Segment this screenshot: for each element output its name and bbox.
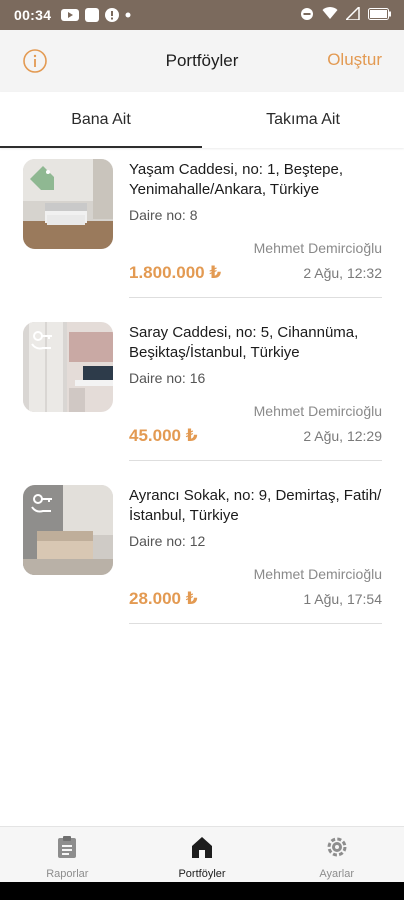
tab-bar: Bana Ait Takıma Ait [0, 92, 404, 148]
nav-portfolios-label: Portföyler [178, 868, 226, 880]
battery-icon [368, 7, 392, 23]
app-notification-icon [85, 8, 100, 22]
portfolio-list-item[interactable]: Ayrancı Sokak, no: 9, Demirtaş, Fatih/İs… [0, 474, 404, 637]
property-photo [23, 485, 113, 575]
for-rent-key-icon [27, 326, 57, 356]
owner-name: Mehmet Demircioğlu [253, 403, 382, 419]
portfolio-list-item[interactable]: Yaşam Caddesi, no: 1, Beştepe, Yenimahal… [0, 148, 404, 311]
portfolio-list: Yaşam Caddesi, no: 1, Beştepe, Yenimahal… [0, 148, 404, 637]
status-bar: 00:34 [0, 0, 404, 30]
tab-mine[interactable]: Bana Ait [0, 92, 202, 148]
for-sale-tag-icon [27, 163, 57, 193]
home-icon [190, 835, 214, 864]
property-price: 45.000 ₺ [129, 426, 198, 445]
nav-portfolios[interactable]: Portföyler [135, 827, 270, 883]
for-rent-key-icon [27, 489, 57, 519]
divider [129, 297, 382, 298]
property-address: Ayrancı Sokak, no: 9, Demirtaş, Fatih/İs… [129, 487, 382, 524]
property-address: Saray Caddesi, no: 5, Cihannüma, Beşikta… [129, 324, 359, 361]
property-price: 28.000 ₺ [129, 589, 198, 608]
clipboard-icon [56, 835, 78, 864]
system-navigation-bar [0, 882, 404, 900]
do-not-disturb-icon [300, 7, 314, 24]
top-navigation-bar: Portföyler Oluştur [0, 30, 404, 92]
listing-date: 1 Ağu, 17:54 [303, 591, 382, 607]
nav-settings[interactable]: Ayarlar [269, 827, 404, 883]
info-icon[interactable] [22, 48, 48, 74]
owner-name: Mehmet Demircioğlu [253, 566, 382, 582]
bottom-navigation: Raporlar Portföyler Ayarlar [0, 826, 404, 883]
owner-name: Mehmet Demircioğlu [253, 240, 382, 256]
dot-icon [125, 12, 131, 18]
listing-date: 2 Ağu, 12:29 [303, 428, 382, 444]
property-address: Yaşam Caddesi, no: 1, Beştepe, Yenimahal… [129, 161, 344, 198]
nav-reports[interactable]: Raporlar [0, 827, 135, 883]
tab-team[interactable]: Takıma Ait [202, 92, 404, 148]
status-time: 00:34 [14, 7, 52, 23]
youtube-icon [61, 8, 80, 22]
divider [129, 460, 382, 461]
property-photo [23, 159, 113, 249]
divider [129, 623, 382, 624]
nav-settings-label: Ayarlar [319, 868, 354, 880]
nav-reports-label: Raporlar [46, 868, 89, 880]
property-photo [23, 322, 113, 412]
gear-icon [325, 835, 349, 864]
apartment-number: Daire no: 12 [129, 533, 206, 549]
apartment-number: Daire no: 8 [129, 207, 198, 223]
create-button[interactable]: Oluştur [327, 50, 382, 70]
signal-icon [344, 5, 360, 23]
portfolio-list-item[interactable]: Saray Caddesi, no: 5, Cihannüma, Beşikta… [0, 311, 404, 474]
listing-date: 2 Ağu, 12:32 [303, 265, 382, 281]
page-title: Portföyler [165, 51, 239, 70]
property-price: 1.800.000 ₺ [129, 263, 222, 282]
alert-icon [105, 8, 120, 22]
apartment-number: Daire no: 16 [129, 370, 206, 386]
wifi-icon [322, 7, 338, 23]
